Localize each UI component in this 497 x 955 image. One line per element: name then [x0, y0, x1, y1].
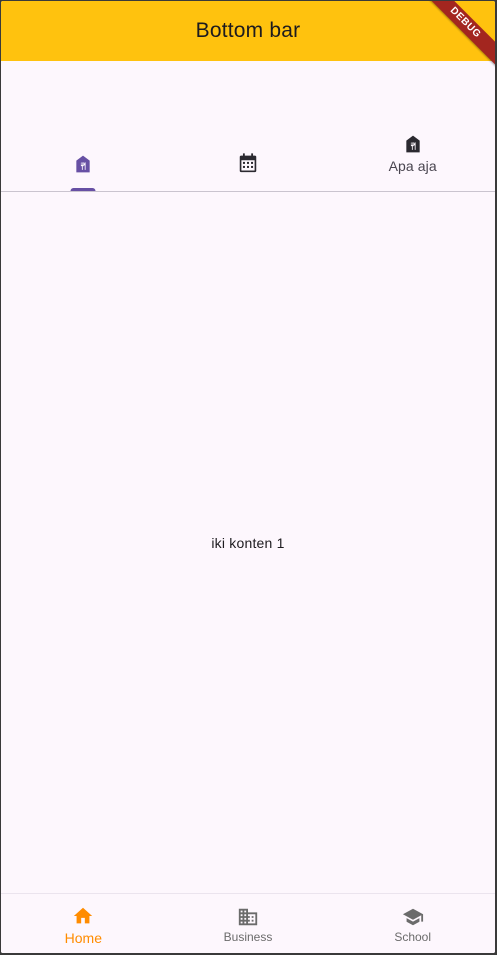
nav-item-home[interactable]: Home: [1, 894, 166, 953]
bottom-navigation-bar: Home Business School: [1, 893, 495, 953]
restaurant-building-icon: [403, 134, 423, 154]
tab-label: Apa aja: [388, 158, 437, 174]
nav-item-business[interactable]: Business: [166, 894, 331, 953]
content-text: iki konten 1: [211, 534, 285, 551]
app-screen: Bottom bar DEBUG Apa aja iki konten 1 Ho…: [1, 1, 495, 953]
restaurant-building-icon: [73, 154, 93, 174]
school-icon: [402, 906, 424, 928]
tab-indicator: [70, 188, 96, 191]
nav-item-school[interactable]: School: [330, 894, 495, 953]
tab-1[interactable]: [1, 61, 166, 191]
nav-label-business: Business: [223, 930, 273, 944]
app-bar: Bottom bar DEBUG: [1, 1, 495, 72]
nav-label-home: Home: [64, 929, 103, 946]
tab-bar: Apa aja: [1, 61, 495, 192]
tab-3[interactable]: Apa aja: [330, 61, 495, 191]
calendar-icon: [237, 152, 259, 174]
tab-content: iki konten 1: [1, 192, 495, 893]
home-icon: [72, 905, 94, 927]
nav-label-school: School: [394, 930, 432, 944]
business-icon: [237, 906, 259, 928]
tab-2[interactable]: [166, 61, 331, 191]
app-bar-title: Bottom bar: [195, 19, 301, 42]
